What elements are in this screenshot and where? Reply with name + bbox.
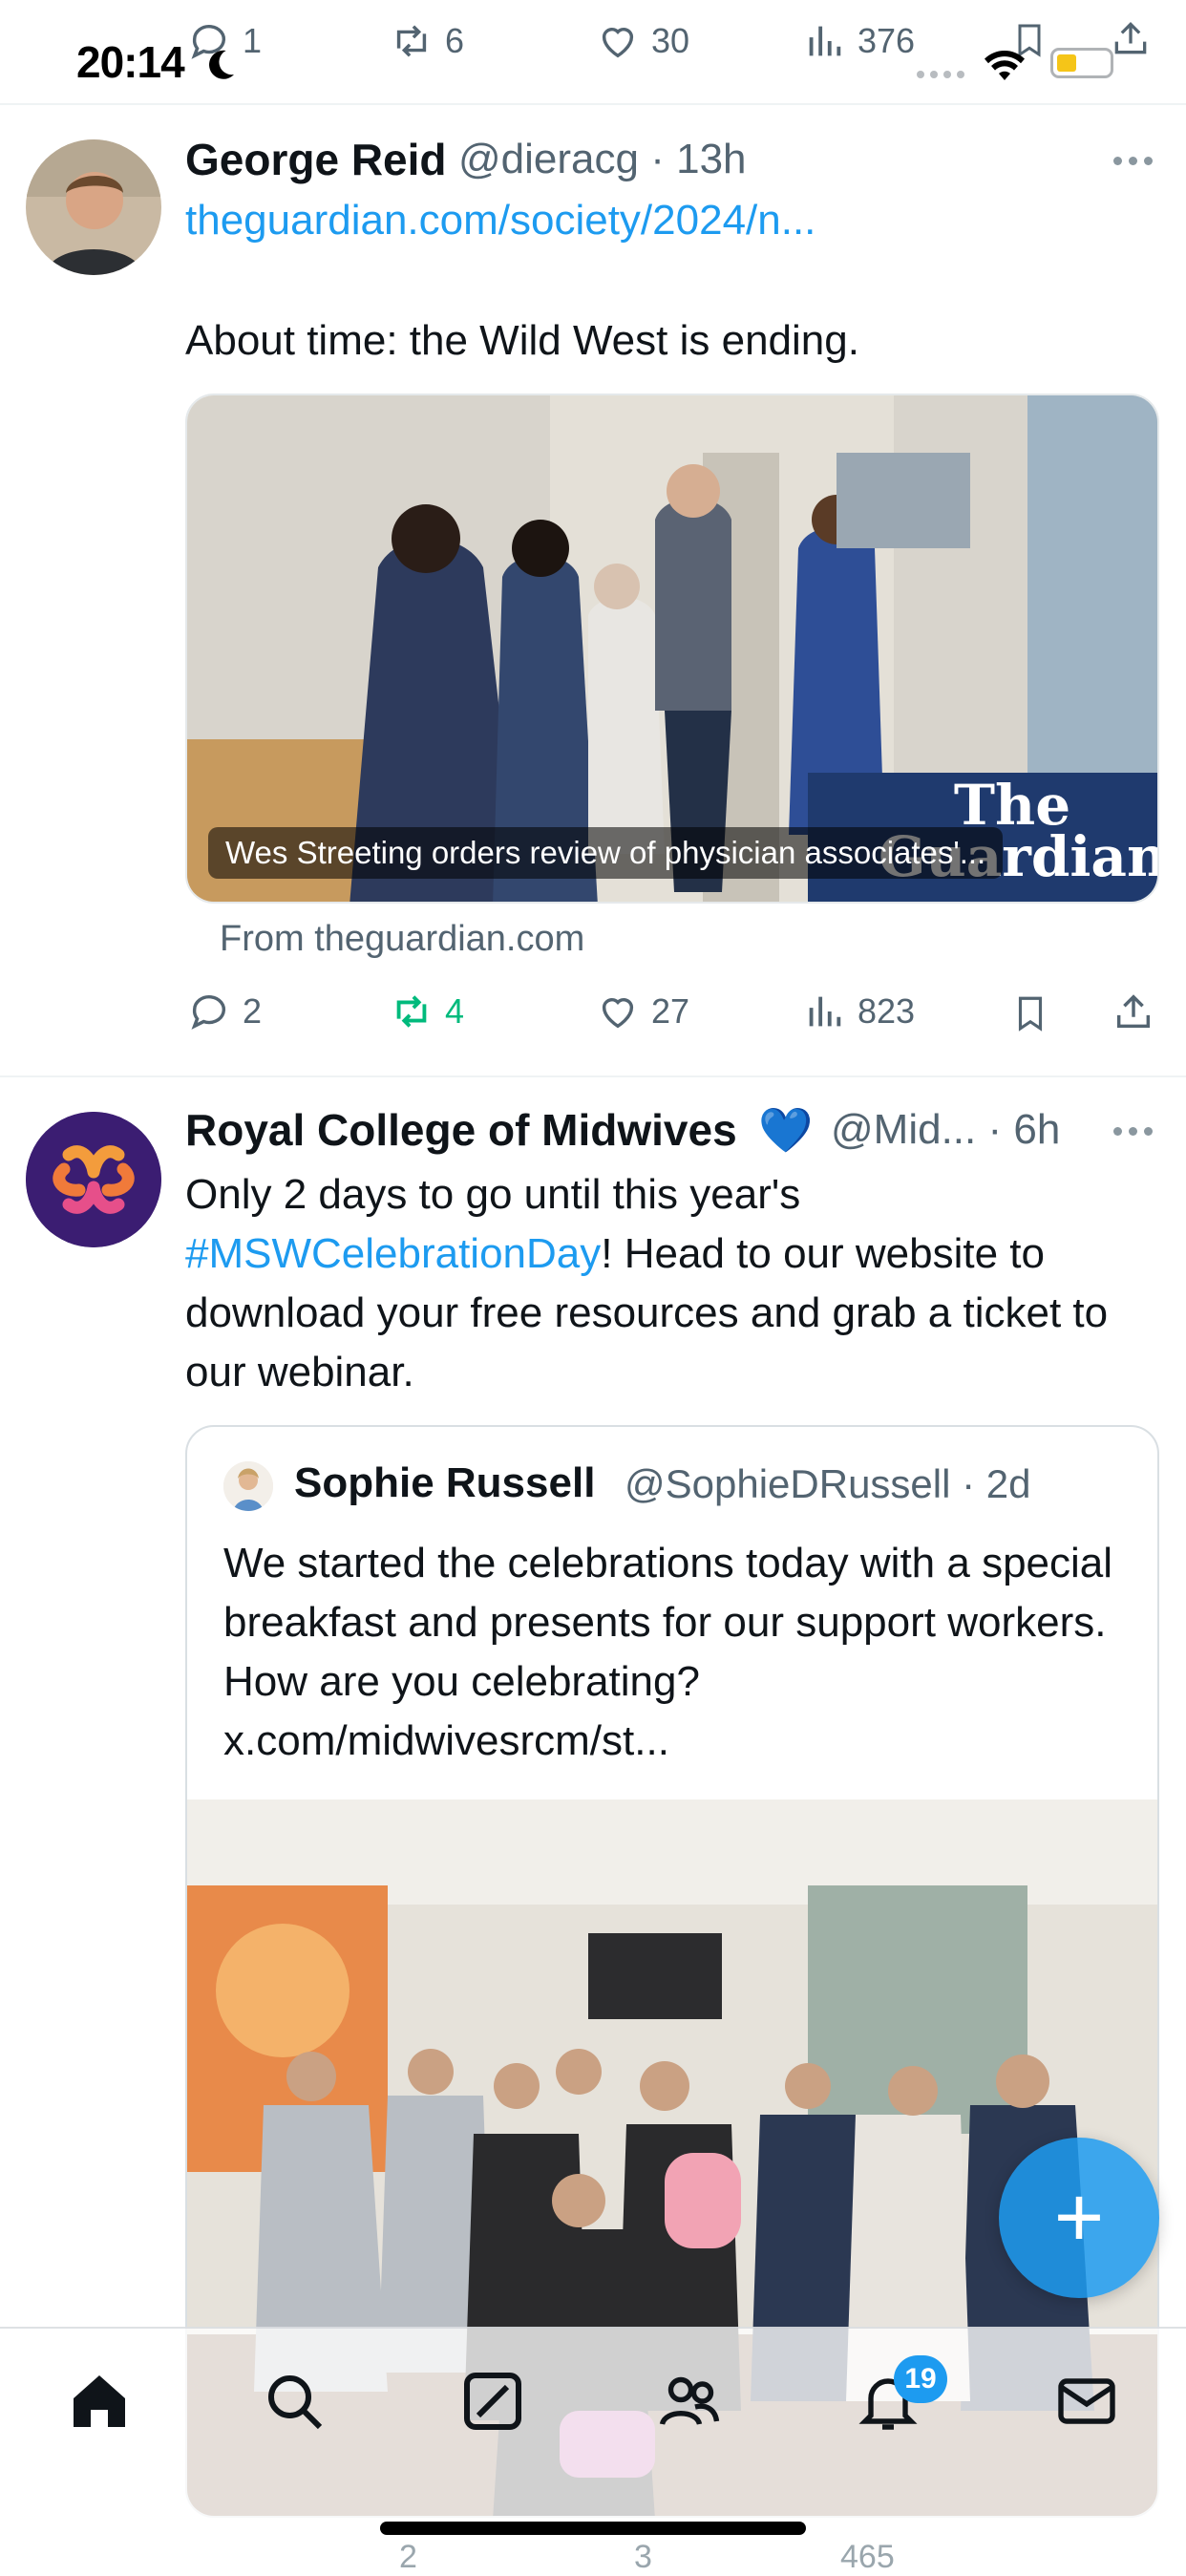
moon-icon [209, 50, 234, 79]
tweet-time: · 13h [650, 136, 747, 182]
home-icon[interactable] [65, 2367, 134, 2436]
avatar[interactable] [223, 1461, 273, 1511]
tweet-author-name[interactable]: Royal College of Midwives [185, 1104, 737, 1156]
battery-icon [1050, 48, 1113, 78]
search-icon[interactable] [260, 2367, 328, 2436]
avatar[interactable] [26, 1112, 161, 1247]
like-button[interactable]: 30 [596, 19, 689, 63]
quoted-author-name[interactable]: Sophie Russell [294, 1459, 595, 1507]
views-button[interactable]: 823 [802, 990, 915, 1033]
share-icon[interactable] [1112, 990, 1155, 1033]
bookmark-icon[interactable] [1010, 991, 1050, 1035]
peek-repost-count: 2 [399, 2539, 417, 2575]
link-card-caption: Wes Streeting orders review of physician… [208, 827, 1004, 879]
views-count: 823 [858, 991, 916, 1031]
repost-count: 6 [445, 21, 465, 60]
quoted-handle-time: @SophieDRussell · 2d [625, 1461, 1031, 1507]
like-button[interactable]: 27 [596, 990, 689, 1033]
repost-count: 4 [445, 991, 465, 1031]
views-count: 376 [858, 21, 916, 60]
royal-college-midwives-logo-icon [26, 1112, 161, 1247]
reply-count: 2 [243, 991, 263, 1031]
messages-envelope-icon[interactable] [1052, 2367, 1121, 2436]
tweet-handle[interactable]: @Mid... [831, 1106, 976, 1153]
hashtag-link[interactable]: #MSWCelebrationDay [185, 1230, 601, 1277]
repost-icon [396, 25, 427, 57]
home-indicator[interactable] [380, 2522, 806, 2535]
avatar[interactable] [26, 139, 161, 275]
tweet-author-handle-time: @dieracg · 13h [458, 136, 747, 183]
tweet-text: Only 2 days to go until this year's #MSW… [185, 1165, 1169, 1402]
views-button[interactable]: 376 [802, 19, 915, 63]
reply-button[interactable]: 2 [187, 990, 262, 1033]
tweet-text-part1: Only 2 days to go until this year's [185, 1171, 801, 1218]
reply-count: 1 [243, 21, 263, 60]
plus-icon: + [1053, 2169, 1105, 2266]
wifi-icon [985, 51, 1025, 80]
more-options-icon[interactable] [1113, 157, 1153, 165]
tweet-time: · 6h [987, 1106, 1061, 1153]
reply-icon [191, 995, 226, 1030]
tweet-divider [0, 1075, 1186, 1077]
like-count: 27 [651, 991, 690, 1031]
views-icon [809, 26, 841, 56]
avatar-sophie-russell [223, 1461, 273, 1511]
peek-like-count: 3 [634, 2539, 652, 2575]
notifications-badge: 19 [894, 2355, 947, 2403]
tweet-link[interactable]: theguardian.com/society/2024/n... [185, 197, 815, 245]
quoted-time: · 2d [962, 1461, 1031, 1506]
communities-icon[interactable] [655, 2367, 724, 2436]
repost-button[interactable]: 6 [390, 19, 464, 63]
repost-icon [396, 995, 427, 1028]
tweet-text: About time: the Wild West is ending. [185, 317, 859, 364]
share-icon-top[interactable] [1110, 17, 1152, 59]
repost-button[interactable]: 4 [390, 990, 464, 1033]
tweet-author-name[interactable]: George Reid [185, 134, 447, 185]
more-options-icon[interactable] [1113, 1127, 1153, 1136]
quoted-text: We started the celebrations today with a… [223, 1540, 1113, 1764]
heart-icon [602, 997, 634, 1029]
compose-button[interactable]: + [999, 2138, 1159, 2298]
like-count: 30 [651, 21, 690, 60]
peek-views-count: 465 [840, 2539, 895, 2575]
signal-dots [917, 71, 964, 78]
views-icon [809, 996, 841, 1027]
heart-icon [602, 27, 634, 58]
tweet-author-handle-time: @Mid... · 6h [831, 1106, 1060, 1154]
avatar-george-reid [26, 139, 161, 275]
link-card-source[interactable]: From theguardian.com [220, 919, 584, 960]
verified-heart-icon: 💙 [758, 1105, 814, 1155]
status-bar-time: 20:14 [76, 37, 185, 87]
tweet-handle[interactable]: @dieracg [458, 136, 639, 182]
link-card-image[interactable]: The Guardian Wes Streeting orders review… [185, 394, 1159, 904]
quoted-handle[interactable]: @SophieDRussell [625, 1461, 950, 1506]
grok-icon[interactable] [458, 2367, 527, 2436]
